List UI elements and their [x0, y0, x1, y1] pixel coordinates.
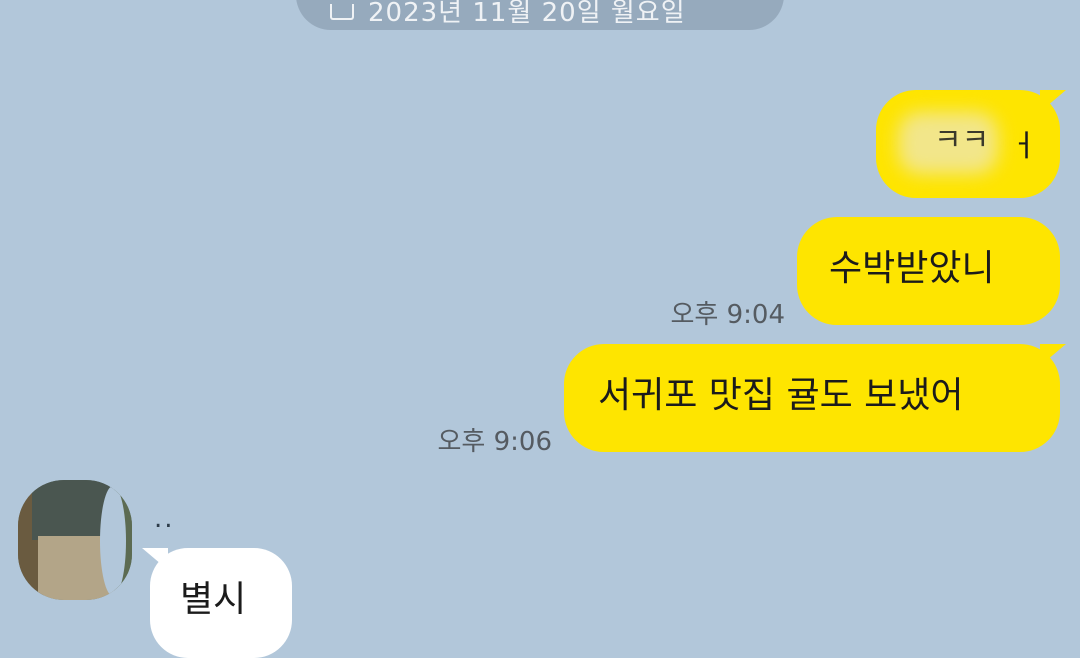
received-message-bubble[interactable]: 별시 [142, 548, 292, 658]
date-divider-text: 2023년 11월 20일 월요일 [368, 0, 686, 28]
message-text-trailing: ㅓ [1010, 129, 1038, 164]
message-timestamp: 오후 9:04 [670, 300, 786, 330]
message-timestamp: 오후 9:06 [437, 427, 553, 457]
message-text: ㅋㅋ [934, 123, 990, 158]
bubble-tail [1040, 90, 1066, 112]
sender-name: .. [154, 504, 175, 534]
sent-message-bubble[interactable]: 수박받았니 [797, 217, 1060, 325]
calendar-icon [330, 4, 354, 20]
bubble-tail [1040, 344, 1066, 366]
sent-message-bubble[interactable]: ㅋㅋ ㅓ [876, 90, 1066, 198]
date-divider: 2023년 11월 20일 월요일 [296, 0, 784, 30]
sent-message-bubble[interactable]: 서귀포 맛집 귤도 보냈어 [564, 344, 1066, 452]
message-text: 수박받았니 [829, 248, 995, 289]
message-text: 서귀포 맛집 귤도 보냈어 [598, 375, 964, 416]
bubble-tail [142, 548, 168, 570]
sender-avatar[interactable] [18, 480, 132, 600]
